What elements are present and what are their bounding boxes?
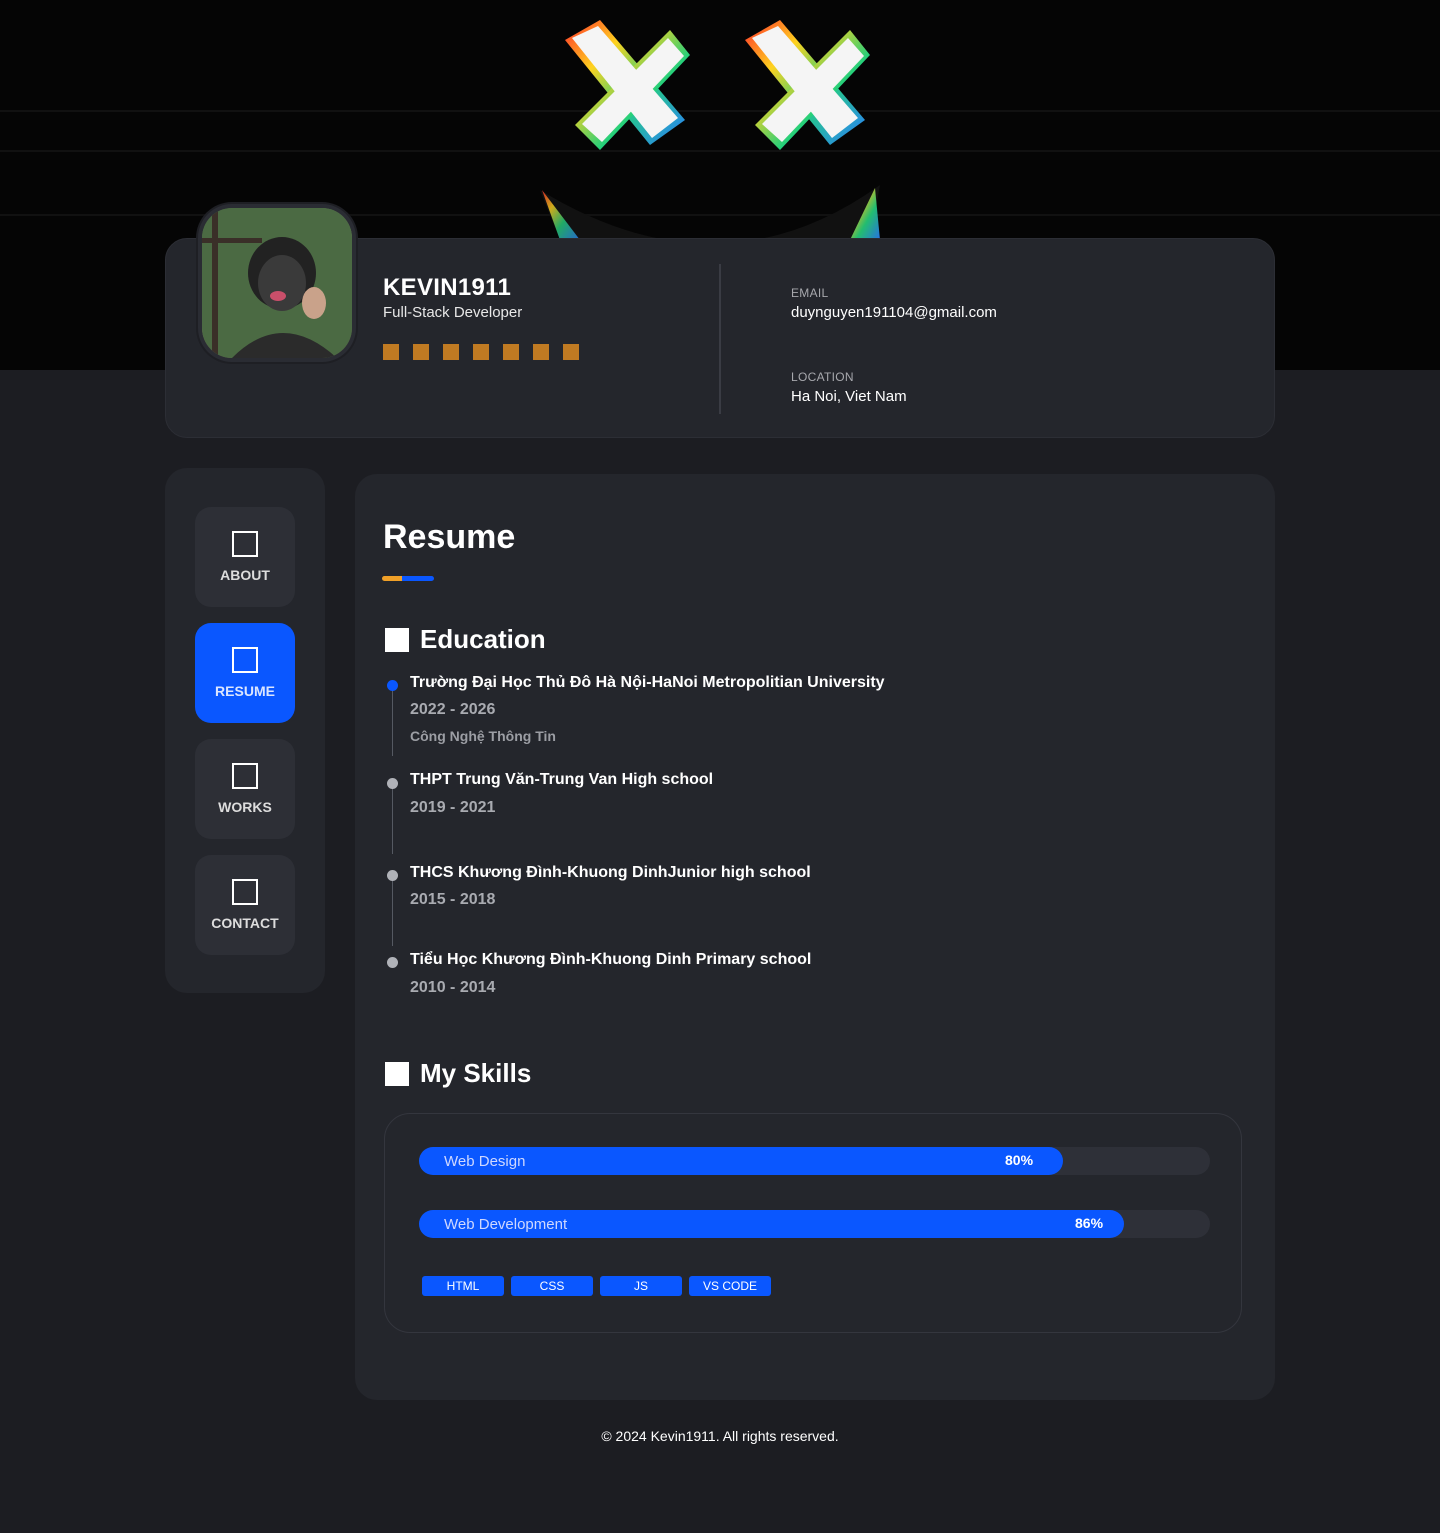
education-major: Công Nghệ Thông Tin: [410, 728, 556, 744]
title-underline: [382, 576, 434, 581]
tag-html: HTML: [422, 1276, 504, 1296]
skill-name: Web Development: [444, 1216, 568, 1233]
timeline-dot: [387, 957, 398, 968]
timeline-line: [392, 788, 393, 854]
timeline-dot: [387, 680, 398, 691]
nav-contact[interactable]: CONTACT: [195, 855, 295, 955]
nav-resume[interactable]: RESUME: [195, 623, 295, 723]
profile-role: Full-Stack Developer: [383, 304, 523, 321]
education-years: 2010 - 2014: [410, 979, 496, 996]
skill-tags: HTML CSS JS VS CODE: [422, 1276, 771, 1296]
email-value[interactable]: duynguyen191104@gmail.com: [791, 304, 997, 321]
footer-copyright: © 2024 Kevin1911. All rights reserved.: [601, 1428, 839, 1444]
timeline-dot: [387, 778, 398, 789]
avatar-frame: [198, 204, 356, 362]
accent-dot: [443, 344, 459, 360]
avatar: [202, 208, 352, 358]
location-label: LOCATION: [791, 370, 854, 384]
tag-css: CSS: [511, 1276, 593, 1296]
accent-dot: [473, 344, 489, 360]
education-heading: Education: [385, 624, 546, 655]
education-years: 2022 - 2026: [410, 701, 496, 718]
accent-dot: [383, 344, 399, 360]
nav-about[interactable]: ABOUT: [195, 507, 295, 607]
square-icon: [385, 1061, 409, 1086]
profile-name: KEVIN1911: [383, 274, 512, 301]
timeline-line: [392, 880, 393, 946]
square-icon: [232, 763, 258, 789]
skill-name: Web Design: [444, 1153, 526, 1170]
skill-percent: 86%: [1075, 1215, 1104, 1231]
email-label: EMAIL: [791, 286, 829, 300]
timeline-dot: [387, 870, 398, 881]
section-title: Education: [420, 624, 546, 654]
nav-label: CONTACT: [211, 915, 279, 931]
skills-heading: My Skills: [385, 1058, 531, 1089]
education-school: Trường Đại Học Thủ Đô Hà Nội-HaNoi Metro…: [410, 674, 885, 691]
nav-label: RESUME: [215, 683, 275, 699]
timeline-line: [392, 690, 393, 756]
education-years: 2015 - 2018: [410, 891, 496, 908]
accent-dot: [413, 344, 429, 360]
square-icon: [232, 647, 258, 673]
nav-label: WORKS: [218, 799, 272, 815]
profile-divider: [719, 264, 721, 414]
accent-dots: [383, 344, 579, 360]
glitch-face-image: [540, 20, 880, 240]
tag-vscode: VS CODE: [689, 1276, 771, 1296]
square-icon: [232, 531, 258, 557]
skill-bar-web-design: Web Design 80%: [419, 1147, 1210, 1175]
page-title: Resume: [383, 518, 516, 556]
accent-dot: [563, 344, 579, 360]
nav-works[interactable]: WORKS: [195, 739, 295, 839]
education-school: THCS Khương Đình-Khuong DinhJunior high …: [410, 864, 811, 881]
skill-percent: 80%: [1005, 1152, 1034, 1168]
accent-dot: [503, 344, 519, 360]
education-school: Tiểu Học Khương Đình-Khuong Dinh Primary…: [410, 951, 812, 968]
nav-label: ABOUT: [220, 567, 270, 583]
education-school: THPT Trung Văn-Trung Van High school: [410, 771, 714, 788]
tag-js: JS: [600, 1276, 682, 1296]
skill-bar-web-development: Web Development 86%: [419, 1210, 1210, 1238]
education-years: 2019 - 2021: [410, 799, 496, 816]
location-value: Ha Noi, Viet Nam: [791, 388, 907, 405]
accent-dot: [533, 344, 549, 360]
section-title: My Skills: [420, 1058, 532, 1088]
square-icon: [385, 627, 409, 652]
square-icon: [232, 879, 258, 905]
